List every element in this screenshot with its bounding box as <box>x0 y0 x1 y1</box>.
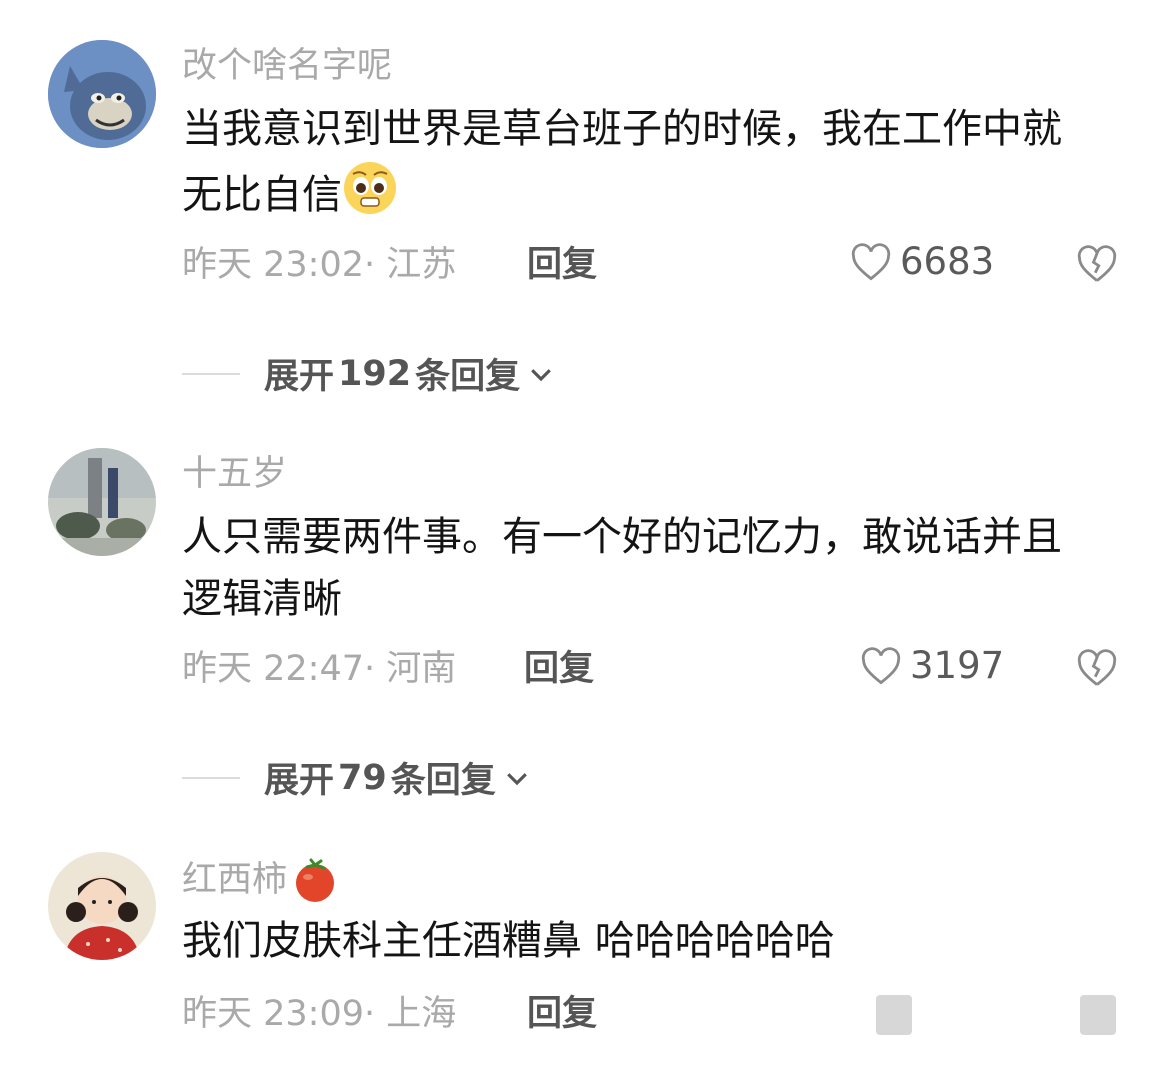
comment-meta: 昨天 23:09· 上海 <box>182 992 456 1036</box>
location: · 河南 <box>364 649 457 689</box>
divider-line <box>182 776 240 779</box>
heart-icon <box>851 242 891 280</box>
expand-replies-button[interactable]: 展开 192 条回复 <box>182 348 556 399</box>
comment-text: 当我意识到世界是草台班子的时候，我在工作中就无比自信 <box>182 98 1097 234</box>
comment-text-body: 当我意识到世界是草台班子的时候，我在工作中就无比自信 <box>182 106 1062 218</box>
dislike-button-placeholder <box>1080 995 1116 1035</box>
reply-button[interactable]: 回复 <box>527 243 597 287</box>
location: · 上海 <box>364 994 457 1034</box>
reply-button[interactable]: 回复 <box>527 992 597 1036</box>
username-text: 红西柿 <box>182 860 288 900</box>
comment-text: 人只需要两件事。有一个好的记忆力，敢说话并且逻辑清晰 <box>182 514 1062 622</box>
reply-button[interactable]: 回复 <box>524 647 594 691</box>
timestamp: 昨天 23:09 <box>182 994 364 1034</box>
like-button[interactable]: 6683 <box>850 240 994 283</box>
like-button-placeholder <box>876 995 912 1035</box>
comment-text: 我们皮肤科主任酒糟鼻 哈哈哈哈哈哈 <box>182 918 835 964</box>
avatar[interactable] <box>48 40 156 148</box>
chevron-down-icon <box>531 368 551 381</box>
timestamp: 昨天 23:02 <box>182 245 364 285</box>
comment-meta: 昨天 23:02· 江苏 <box>182 243 456 287</box>
like-count: 3197 <box>910 644 1005 687</box>
expand-suffix: 条回复 <box>415 357 521 397</box>
username[interactable]: 红西柿 <box>182 856 339 904</box>
broken-heart-icon <box>1077 649 1117 686</box>
divider-line <box>182 372 240 375</box>
broken-heart-icon <box>1077 245 1117 282</box>
expand-count: 192 <box>338 353 412 394</box>
username[interactable]: 十五岁 <box>182 452 287 496</box>
timestamp: 昨天 22:47 <box>182 649 364 689</box>
like-count: 6683 <box>900 240 995 283</box>
chevron-down-icon <box>506 772 527 785</box>
location: · 江苏 <box>364 245 457 285</box>
username[interactable]: 改个啥名字呢 <box>182 44 392 88</box>
expand-suffix: 条回复 <box>390 761 496 801</box>
expand-prefix: 展开 <box>264 357 335 397</box>
avatar[interactable] <box>48 852 156 960</box>
comment-meta: 昨天 22:47· 河南 <box>182 647 456 691</box>
expand-count: 79 <box>338 757 387 798</box>
expand-replies-button[interactable]: 展开 79 条回复 <box>182 752 532 803</box>
heart-icon <box>861 646 901 684</box>
avatar[interactable] <box>48 448 156 556</box>
pleading-face-emoji-icon <box>342 160 398 234</box>
like-button[interactable]: 3197 <box>860 644 1004 687</box>
dislike-button[interactable] <box>1076 648 1118 692</box>
dislike-button[interactable] <box>1076 244 1118 288</box>
expand-prefix: 展开 <box>264 761 335 801</box>
tomato-emoji-icon <box>296 858 335 902</box>
